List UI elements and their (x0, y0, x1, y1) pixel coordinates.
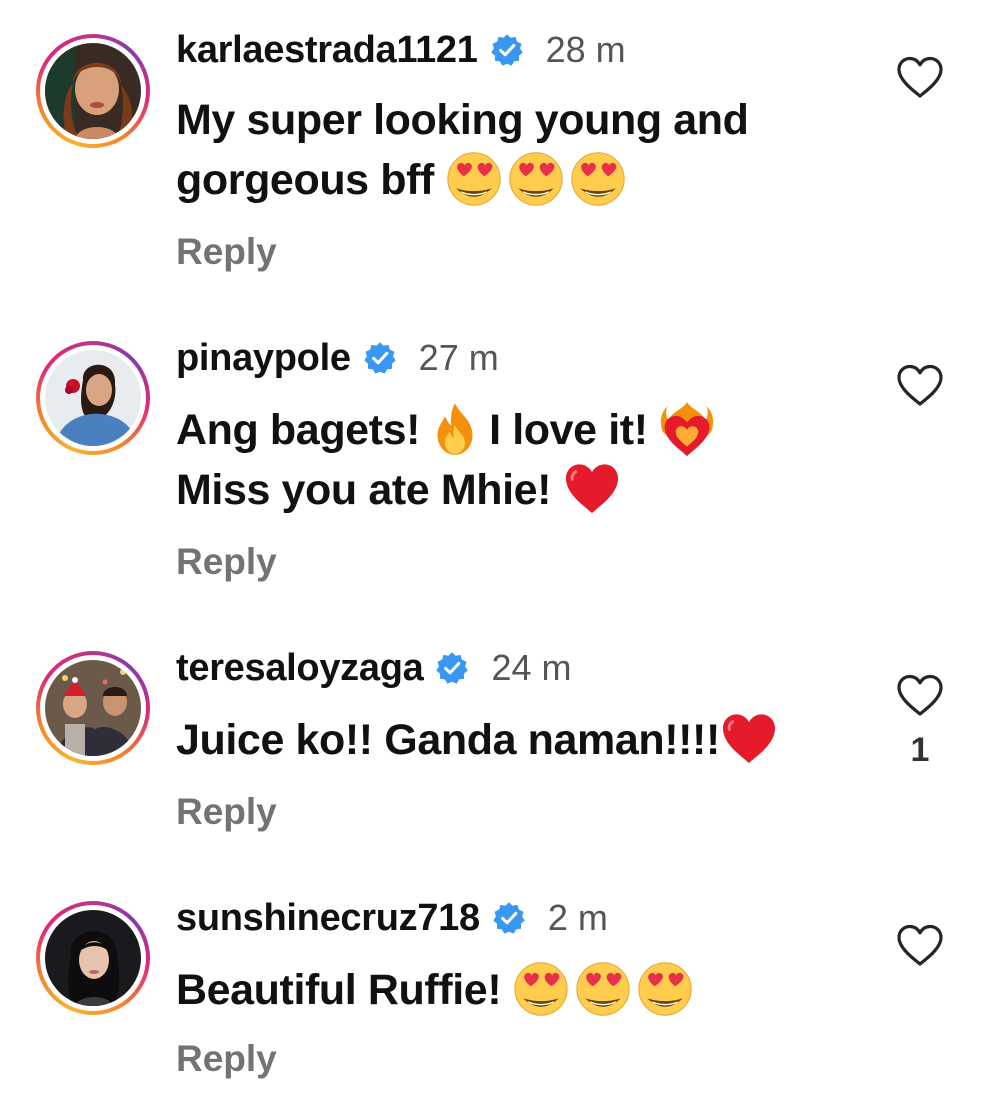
username-link[interactable]: karlaestrada1121 (176, 28, 478, 72)
heart-eyes-emoji-icon (513, 961, 569, 1017)
comment-text-fragment: Juice ko!! Ganda naman!!!! (176, 716, 720, 764)
verified-badge-icon (435, 651, 469, 685)
avatar-photo (45, 660, 141, 756)
comment-text-line-with-emoji: Juice ko!! Ganda naman!!!! (176, 710, 866, 770)
like-heart-icon[interactable] (895, 922, 945, 968)
avatar-photo (45, 910, 141, 1006)
verified-badge-icon (492, 901, 526, 935)
avatar-photo (45, 350, 141, 446)
heart-eyes-emoji-icon (570, 151, 626, 207)
heart-eyes-emoji-icon (508, 151, 564, 207)
comment-text-line-with-emoji: gorgeous bff (176, 150, 866, 210)
comment-text-line-with-emoji: Ang bagets! I love it! (176, 400, 866, 460)
avatar[interactable] (36, 341, 150, 455)
comment-header: karlaestrada1121 28 m (176, 28, 626, 72)
username-link[interactable]: pinaypole (176, 336, 351, 380)
like-count: 1 (910, 731, 930, 769)
comment-text-line-with-emoji: Miss you ate Mhie! (176, 460, 866, 520)
reply-button[interactable]: Reply (176, 1037, 277, 1081)
heart-on-fire-emoji-icon (659, 400, 715, 458)
heart-eyes-emoji-icon (637, 961, 693, 1017)
comment-text-line: My super looking young and (176, 96, 749, 144)
avatar[interactable] (36, 901, 150, 1015)
comment-text: My super looking young and gorgeous bff (176, 90, 866, 210)
comment-text-fragment: gorgeous bff (176, 156, 434, 204)
red-heart-emoji-icon (720, 712, 778, 766)
avatar-border (40, 345, 146, 451)
comment-timestamp: 2 m (547, 897, 608, 938)
comment-header: sunshinecruz718 2 m (176, 896, 608, 940)
heart-eyes-emoji-icon (446, 151, 502, 207)
comment-timestamp: 28 m (545, 29, 626, 70)
verified-badge-icon (490, 33, 524, 67)
comment-text-fragment: Miss you ate Mhie! (176, 466, 552, 514)
like-heart-icon[interactable] (895, 672, 945, 718)
red-heart-emoji-icon (563, 462, 621, 516)
comment-header: teresaloyzaga 24 m (176, 646, 572, 690)
comment-timestamp: 27 m (418, 337, 499, 378)
comment-text: Juice ko!! Ganda naman!!!! (176, 710, 866, 770)
verified-badge-icon (363, 341, 397, 375)
comment-timestamp: 24 m (491, 647, 572, 688)
avatar[interactable] (36, 651, 150, 765)
heart-eyes-emoji-icon (575, 961, 631, 1017)
reply-button[interactable]: Reply (176, 790, 277, 834)
avatar[interactable] (36, 34, 150, 148)
like-heart-icon[interactable] (895, 54, 945, 100)
username-link[interactable]: sunshinecruz718 (176, 896, 480, 940)
reply-button[interactable]: Reply (176, 230, 277, 274)
comment-text: Ang bagets! I love it! Miss you ate Mhie… (176, 400, 866, 520)
fire-emoji-icon (432, 401, 478, 457)
avatar-border (40, 905, 146, 1011)
username-link[interactable]: teresaloyzaga (176, 646, 424, 690)
comment-header: pinaypole 27 m (176, 336, 499, 380)
comment-text-fragment: Beautiful Ruffie! (176, 966, 502, 1014)
comment-text: Beautiful Ruffie! (176, 960, 866, 1020)
comment-text-fragment: Ang bagets! (176, 406, 421, 454)
reply-button[interactable]: Reply (176, 540, 277, 584)
comment-text-fragment: I love it! (489, 406, 648, 454)
like-heart-icon[interactable] (895, 362, 945, 408)
avatar-border (40, 655, 146, 761)
avatar-border (40, 38, 146, 144)
comment-text-line-with-emoji: Beautiful Ruffie! (176, 960, 866, 1020)
avatar-photo (45, 43, 141, 139)
